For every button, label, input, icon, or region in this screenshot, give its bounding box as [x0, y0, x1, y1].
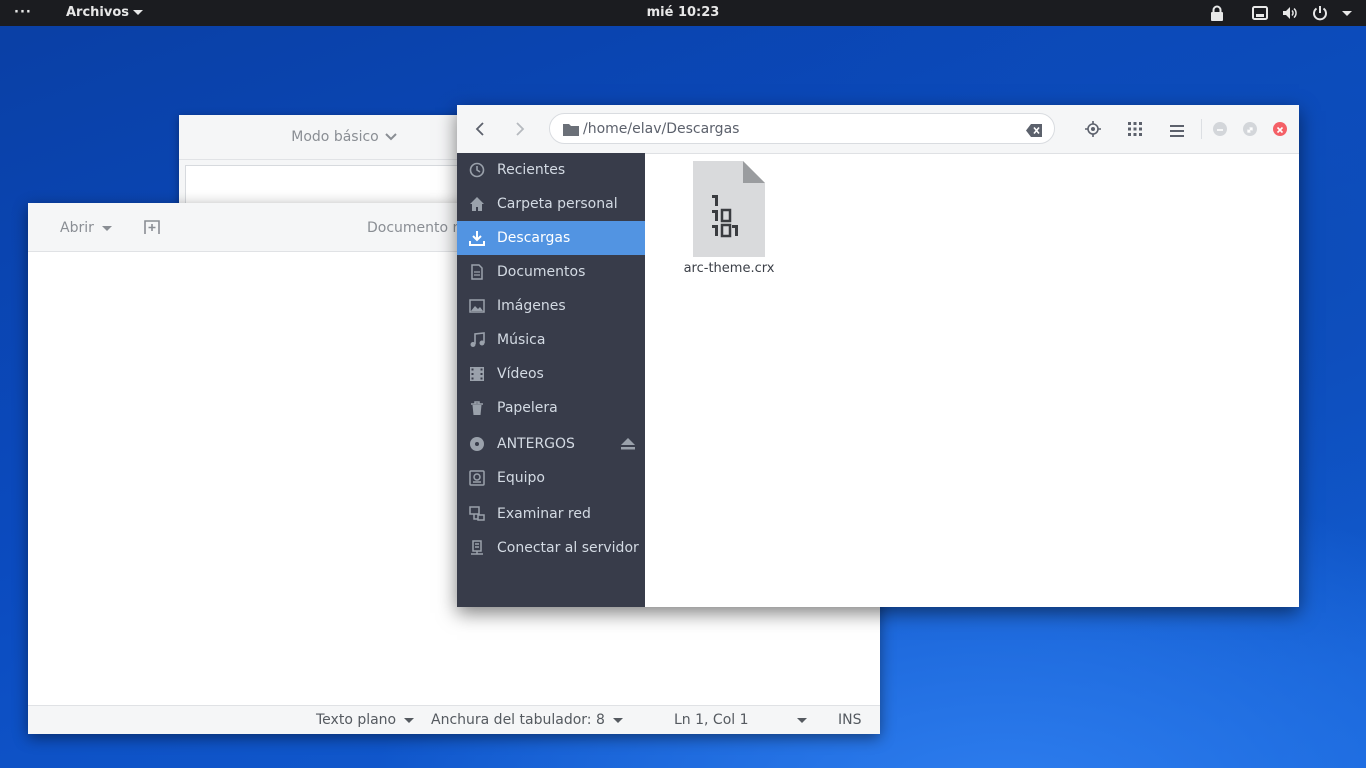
- chevron-down-icon[interactable]: [1342, 10, 1352, 16]
- location-target-icon[interactable]: [1085, 121, 1101, 141]
- chevron-down-icon: [796, 717, 807, 723]
- eject-icon[interactable]: [621, 438, 635, 454]
- location-entry[interactable]: /home/elav/Descargas: [549, 113, 1055, 144]
- sidebar-item-videos[interactable]: Vídeos: [457, 357, 645, 391]
- app-menu-label: Archivos: [66, 5, 130, 20]
- clock[interactable]: mié 10:23: [0, 0, 1366, 26]
- minimize-button[interactable]: [1213, 122, 1227, 136]
- disc-icon: [470, 437, 484, 451]
- sidebar-item-equipo[interactable]: Equipo: [457, 461, 645, 495]
- maximize-icon: [1247, 127, 1253, 133]
- sidebar-item-conectar-al-servidor[interactable]: Conectar al servidor: [457, 531, 645, 565]
- sidebar-item-papelera[interactable]: Papelera: [457, 391, 645, 425]
- places-sidebar: Recientes Carpeta personal Descargas Doc…: [457, 153, 645, 607]
- home-icon: [470, 197, 484, 211]
- sidebar-item-label: Vídeos: [497, 366, 544, 382]
- insert-mode-label[interactable]: INS: [838, 706, 862, 734]
- forward-button[interactable]: [509, 119, 529, 143]
- open-label: Abrir: [60, 220, 94, 236]
- chevron-down-icon: [385, 133, 397, 141]
- sidebar-item-label: Imágenes: [497, 298, 566, 314]
- sidebar-item-label: Documentos: [497, 264, 586, 280]
- sidebar-item-label: Recientes: [497, 162, 566, 178]
- maximize-button[interactable]: [1243, 122, 1257, 136]
- chevron-down-icon: [133, 10, 144, 15]
- sidebar-item-recientes[interactable]: Recientes: [457, 153, 645, 187]
- computer-icon: [469, 470, 485, 486]
- cursor-position-label: Ln 1, Col 1: [674, 712, 749, 728]
- sidebar-item-descargas[interactable]: Descargas: [457, 221, 645, 255]
- sidebar-item-label: Equipo: [497, 470, 545, 486]
- music-icon: [470, 332, 485, 347]
- app-menu-button[interactable]: Archivos: [66, 0, 144, 26]
- download-icon: [469, 231, 485, 246]
- chevron-down-icon: [612, 717, 623, 723]
- grid-view-icon[interactable]: [1128, 121, 1142, 140]
- volume-icon[interactable]: [1282, 6, 1298, 20]
- minimize-icon: [1217, 129, 1223, 131]
- sidebar-item-imagenes[interactable]: Imágenes: [457, 289, 645, 323]
- chevron-down-icon: [404, 717, 415, 723]
- chevron-left-icon: [475, 122, 484, 136]
- sidebar-item-label: Descargas: [497, 230, 571, 246]
- sidebar-item-label: Música: [497, 332, 546, 348]
- file-manager-header: /home/elav/Descargas: [457, 105, 1299, 154]
- cursor-position[interactable]: Ln 1, Col 1: [674, 706, 807, 734]
- syntax-label: Texto plano: [316, 712, 397, 728]
- video-icon: [470, 367, 484, 381]
- hamburger-menu-icon[interactable]: [1170, 122, 1184, 141]
- open-button[interactable]: Abrir: [60, 203, 112, 251]
- clock-icon: [469, 162, 485, 178]
- sidebar-item-label: Papelera: [497, 400, 558, 416]
- location-text[interactable]: /home/elav/Descargas: [583, 114, 739, 144]
- file-item[interactable]: arc-theme.crx: [677, 161, 781, 285]
- calculator-window: Modo básico: [179, 115, 509, 217]
- sidebar-item-label: ANTERGOS: [497, 436, 575, 452]
- sidebar-item-label: Carpeta personal: [497, 196, 618, 212]
- network-icon[interactable]: [1252, 6, 1268, 20]
- sidebar-item-carpeta-personal[interactable]: Carpeta personal: [457, 187, 645, 221]
- back-button[interactable]: [471, 119, 491, 143]
- chevron-right-icon: [516, 122, 525, 136]
- image-icon: [469, 299, 485, 313]
- syntax-selector[interactable]: Texto plano: [316, 706, 415, 734]
- folder-icon: [563, 121, 579, 140]
- clear-icon[interactable]: [1026, 122, 1042, 141]
- server-icon: [471, 540, 483, 555]
- close-button[interactable]: [1273, 122, 1287, 136]
- close-icon: [1276, 126, 1284, 134]
- chevron-down-icon: [101, 225, 112, 231]
- sidebar-item-label: Examinar red: [497, 506, 591, 522]
- top-bar: ··· Archivos mié 10:23: [0, 0, 1366, 26]
- file-manager-window: /home/elav/Descargas Recientes Carpeta p…: [457, 105, 1299, 607]
- mode-menu-button[interactable]: Modo básico: [291, 129, 397, 145]
- new-document-icon[interactable]: [144, 219, 160, 239]
- sidebar-item-antergos[interactable]: ANTERGOS: [457, 427, 645, 461]
- power-icon[interactable]: [1312, 5, 1328, 21]
- network-icon: [469, 506, 485, 521]
- activities-button[interactable]: ···: [14, 0, 32, 26]
- tab-width-label: Anchura del tabulador: 8: [431, 712, 605, 728]
- header-separator: [1201, 119, 1202, 139]
- sidebar-item-musica[interactable]: Música: [457, 323, 645, 357]
- sidebar-item-documentos[interactable]: Documentos: [457, 255, 645, 289]
- lock-icon[interactable]: [1210, 5, 1224, 21]
- sidebar-item-examinar-red[interactable]: Examinar red: [457, 497, 645, 531]
- document-icon: [471, 264, 483, 280]
- mode-label: Modo básico: [291, 129, 379, 145]
- file-name: arc-theme.crx: [683, 261, 775, 276]
- document-title: Documento n: [367, 220, 462, 236]
- binary-file-icon: [693, 161, 765, 261]
- system-tray[interactable]: [1210, 0, 1352, 26]
- sidebar-item-label: Conectar al servidor: [497, 540, 639, 556]
- editor-status-bar: Texto plano Anchura del tabulador: 8 Ln …: [28, 705, 880, 734]
- tab-width-selector[interactable]: Anchura del tabulador: 8: [431, 706, 623, 734]
- trash-icon: [471, 401, 483, 415]
